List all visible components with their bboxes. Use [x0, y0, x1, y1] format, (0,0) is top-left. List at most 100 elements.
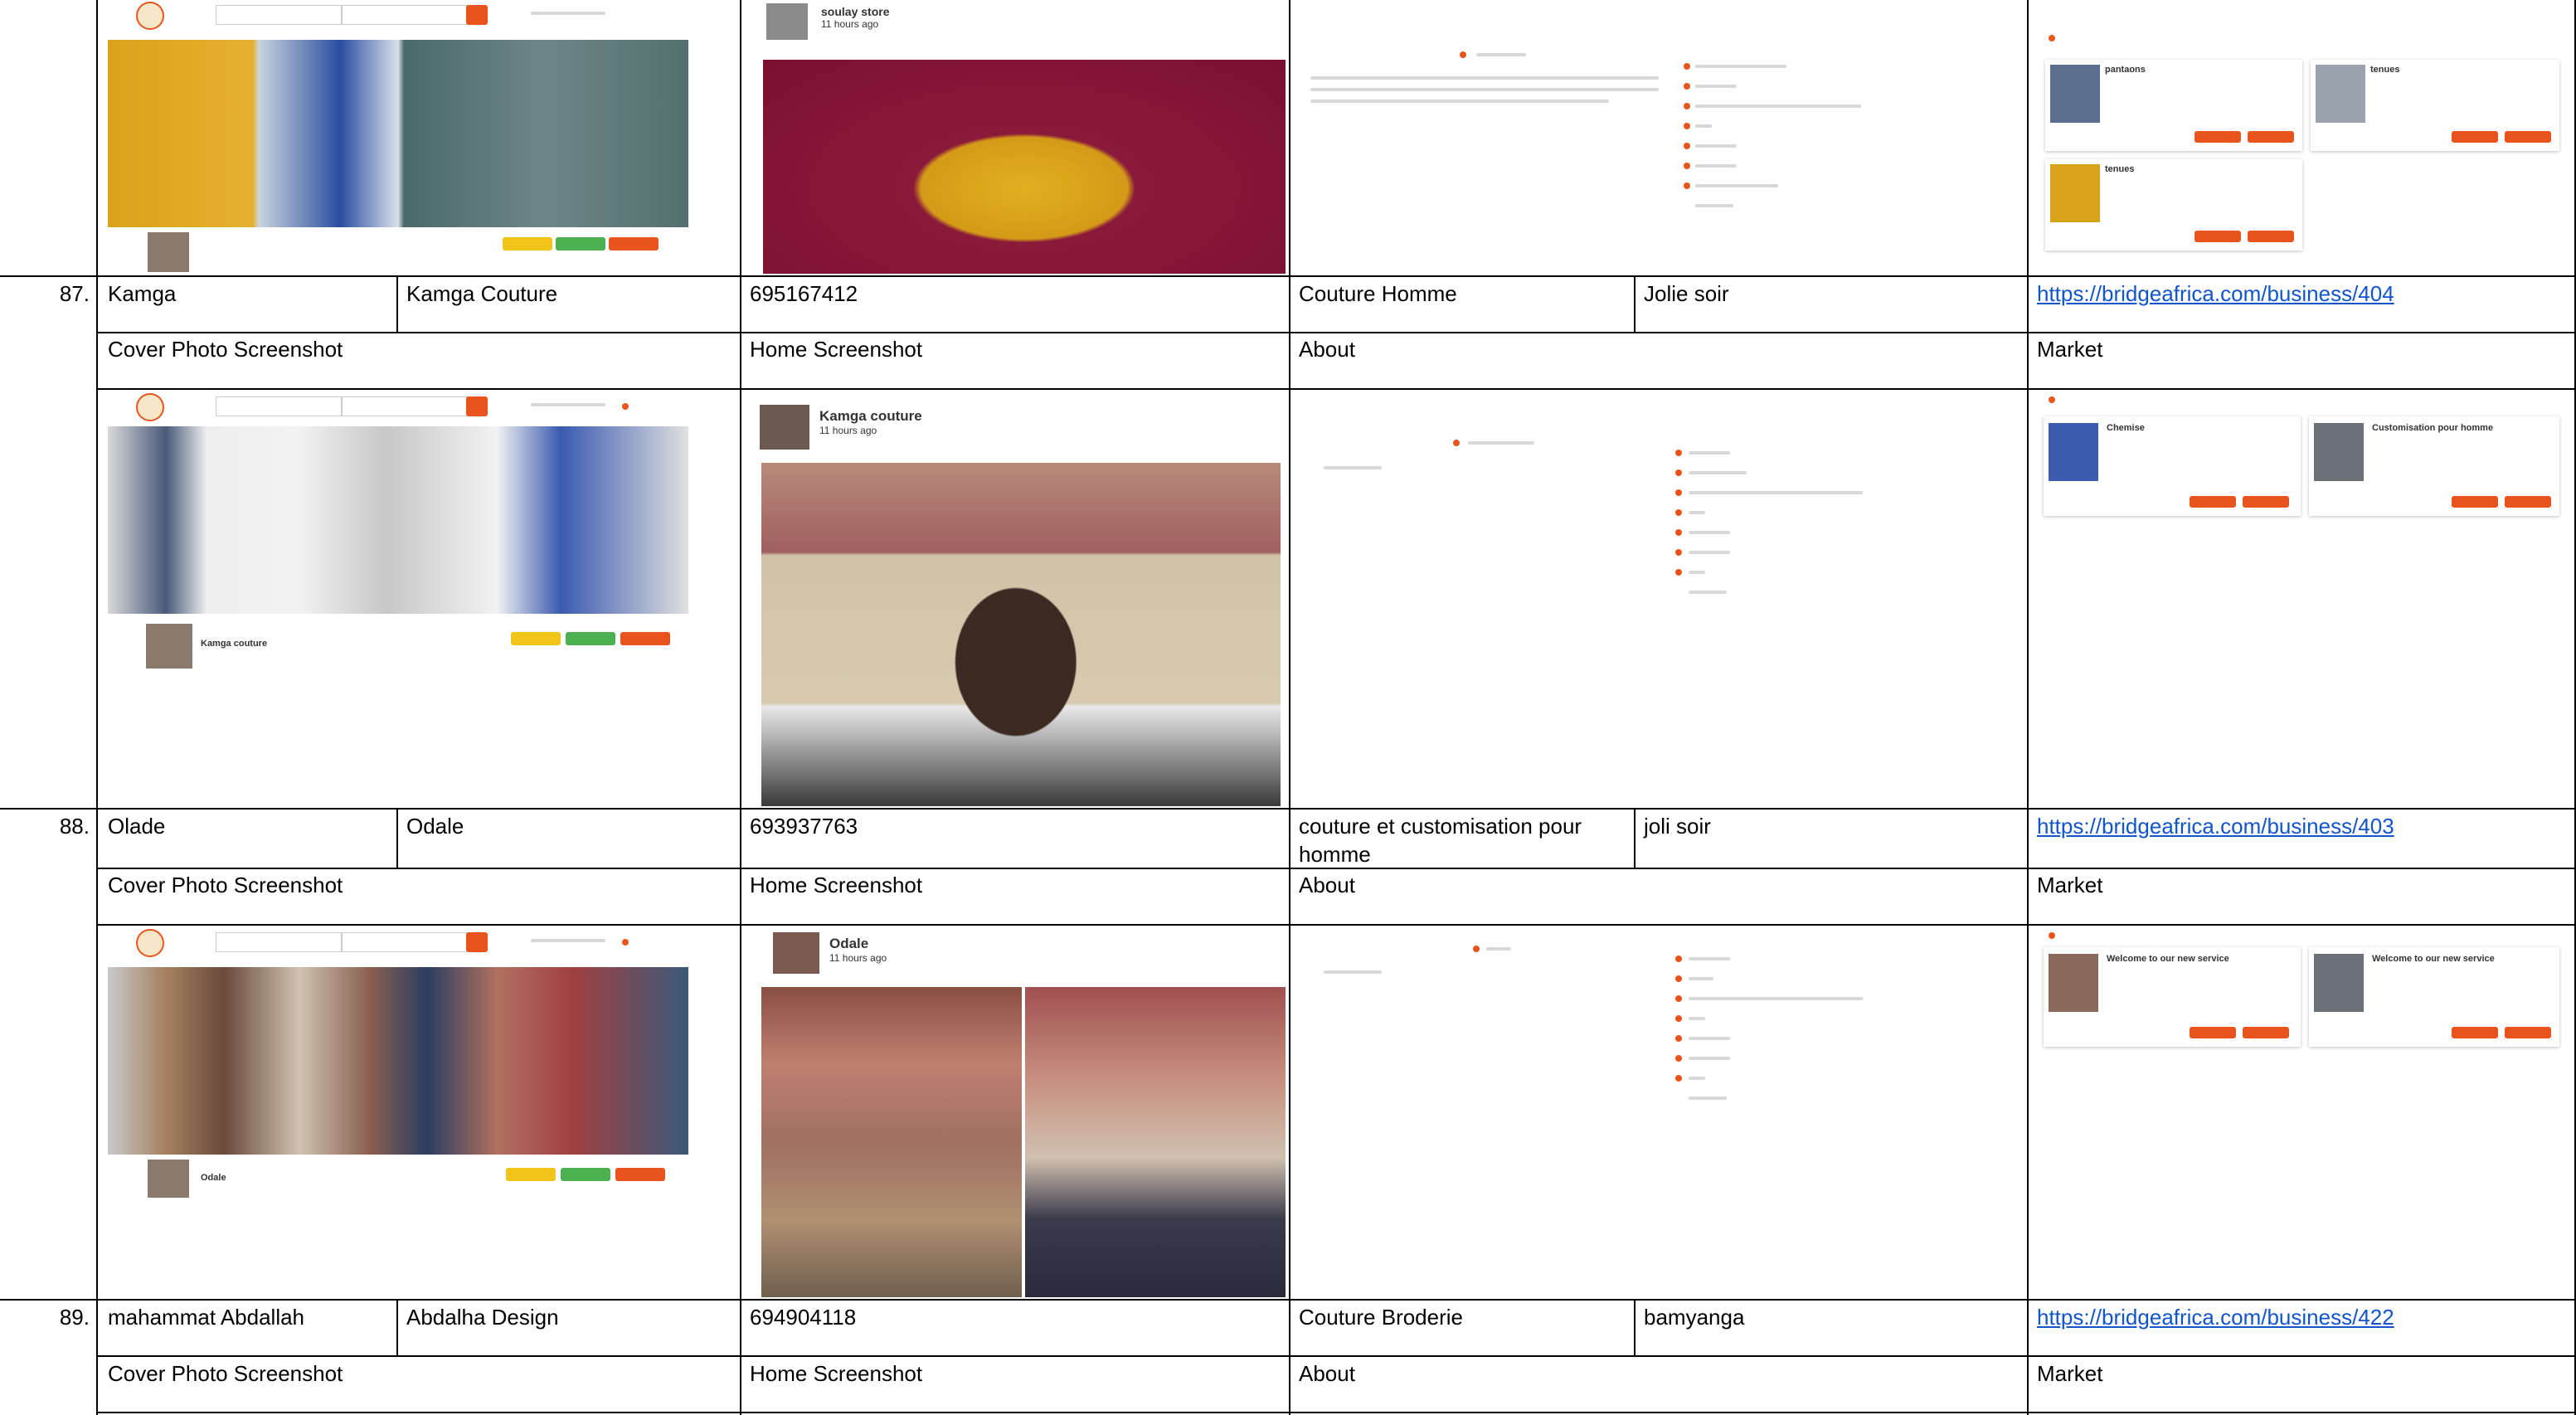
buy-button	[2452, 131, 2498, 143]
notification-icon	[622, 403, 629, 410]
grid-line	[1634, 275, 1636, 332]
cover-screenshot: Kamga couture	[108, 391, 688, 673]
phone-icon	[1675, 1055, 1682, 1062]
location-bar	[342, 5, 468, 25]
tag-icon	[1684, 83, 1690, 90]
nav-links	[531, 403, 605, 406]
market-screenshot: Welcome to our new service Welcome to ou…	[2040, 927, 2563, 1060]
business-link[interactable]: https://bridgeafrica.com/business/422	[2037, 1303, 2394, 1331]
about-detail	[1689, 997, 1863, 1000]
community-button	[511, 632, 561, 645]
message-button	[561, 1168, 610, 1181]
search-bar	[216, 396, 342, 416]
email-icon	[1675, 1075, 1682, 1082]
category: Couture Broderie	[1299, 1305, 1463, 1330]
cover-header: Cover Photo Screenshot	[108, 337, 343, 362]
message-button	[566, 632, 615, 645]
product-title: tenues	[2105, 164, 2135, 174]
about-detail	[1695, 184, 1778, 187]
search-button	[466, 396, 488, 416]
about-detail	[1689, 531, 1730, 534]
business-link[interactable]: https://bridgeafrica.com/business/404	[2037, 280, 2394, 308]
phone-icon	[1675, 549, 1682, 556]
about-text	[1486, 947, 1511, 951]
email-icon	[1684, 182, 1690, 189]
product-title: Welcome to our new service	[2372, 954, 2495, 964]
grid-line	[1289, 0, 1290, 1415]
about-detail	[1689, 551, 1730, 554]
direction-button	[609, 237, 659, 250]
about-detail	[1689, 1037, 1730, 1040]
phone-number: 695167412	[750, 281, 858, 306]
post-time: 11 hours ago	[819, 425, 877, 436]
tag-icon	[1675, 469, 1682, 476]
market-screenshot: pantaons tenues tenues	[2040, 30, 2563, 254]
owner-name: Kamga	[108, 281, 177, 306]
location: joli soir	[1644, 814, 1711, 839]
post-avatar	[766, 3, 808, 40]
post-avatar	[760, 405, 809, 450]
product-title: tenues	[2370, 65, 2400, 75]
search-button	[466, 932, 488, 952]
about-header: About	[1299, 337, 1355, 362]
row-number: 87.	[59, 281, 90, 306]
about-detail	[1695, 164, 1737, 168]
cart-button	[2505, 131, 2551, 143]
owner-name: Olade	[108, 814, 166, 839]
grid-line	[396, 808, 398, 868]
post-photo-left	[761, 987, 1022, 1297]
web-icon	[1684, 123, 1690, 129]
about-detail	[1689, 471, 1747, 474]
post-author: Kamga couture	[819, 408, 922, 424]
phone-icon	[1684, 163, 1690, 169]
about-text	[1310, 100, 1609, 103]
about-text	[1468, 441, 1534, 445]
cover-photo	[108, 426, 688, 614]
cover-screenshot	[108, 0, 688, 274]
about-detail	[1689, 491, 1863, 494]
business-link[interactable]: https://bridgeafrica.com/business/403	[2037, 812, 2394, 840]
grid-line	[0, 275, 2576, 277]
cart-button	[2505, 1027, 2551, 1038]
market-screenshot: Chemise Customisation pour homme	[2040, 391, 2563, 524]
email-icon	[1675, 569, 1682, 576]
cart-button	[2505, 496, 2551, 508]
product-image	[2314, 423, 2364, 481]
community-button	[506, 1168, 556, 1181]
location: bamyanga	[1644, 1305, 1745, 1330]
cover-header: Cover Photo Screenshot	[108, 1361, 343, 1386]
location-icon	[1675, 489, 1682, 496]
about-detail	[1695, 65, 1786, 68]
location: Jolie soir	[1644, 281, 1729, 306]
web-icon	[1675, 1015, 1682, 1022]
product-title: Chemise	[2107, 423, 2145, 433]
post-avatar	[773, 932, 819, 974]
post-photo	[761, 463, 1281, 806]
about-detail	[1689, 957, 1730, 960]
product-image	[2316, 65, 2365, 123]
direction-button	[620, 632, 670, 645]
about-detail	[1695, 85, 1737, 88]
location-icon	[1684, 103, 1690, 109]
about-detail	[1695, 105, 1861, 108]
open-now	[1695, 204, 1733, 207]
nav-links	[531, 939, 605, 942]
post-photo-right	[1025, 987, 1286, 1297]
product-card: Customisation pour homme	[2309, 416, 2559, 516]
grid-line	[396, 1299, 398, 1355]
phone-number: 694904118	[750, 1305, 857, 1330]
market-header: Market	[2037, 337, 2103, 362]
home-header: Home Screenshot	[750, 873, 923, 897]
grid-line	[0, 1299, 2576, 1301]
profile-avatar	[148, 232, 189, 272]
grid-line	[1634, 808, 1636, 868]
location-bar	[342, 396, 468, 416]
search-bar	[216, 932, 342, 952]
community-icon	[1675, 529, 1682, 536]
row-number: 89.	[59, 1305, 90, 1330]
web-icon	[1675, 509, 1682, 516]
grid-line	[96, 0, 98, 1415]
about-detail	[1689, 1057, 1730, 1060]
product-card: Welcome to our new service	[2309, 947, 2559, 1047]
post-author: soulay store	[821, 5, 890, 18]
